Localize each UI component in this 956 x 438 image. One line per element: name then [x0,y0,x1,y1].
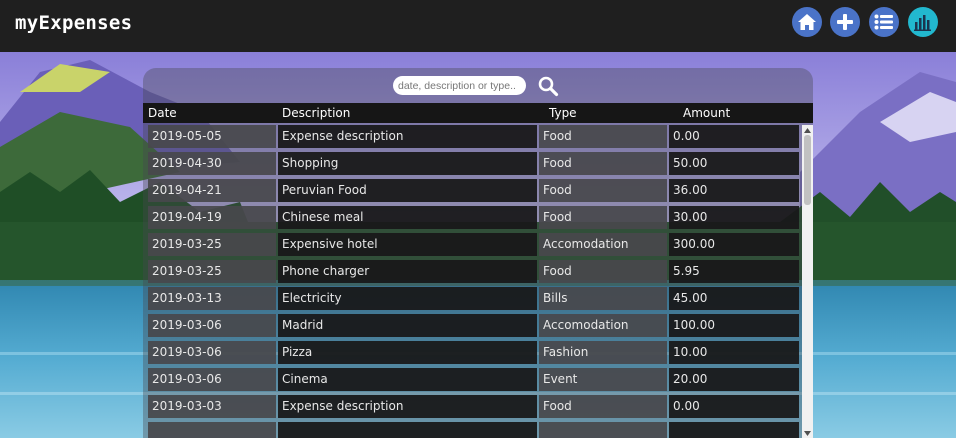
list-icon [874,14,893,30]
cell-empty [148,422,276,438]
cell-amount: 50.00 [669,152,799,175]
cell-type: Food [539,179,667,202]
table-scrollbar[interactable] [802,125,813,438]
table-row[interactable]: 2019-03-06 Cinema Event 20.00 [148,368,801,391]
scroll-thumb[interactable] [804,135,811,205]
cell-amount: 300.00 [669,233,799,256]
cell-empty [669,422,799,438]
add-expense-button[interactable] [830,7,860,37]
arrow-down-icon [804,430,811,436]
cell-date: 2019-03-06 [148,314,276,337]
cell-amount: 20.00 [669,368,799,391]
cell-description: Expense description [278,125,537,148]
plus-icon [837,14,853,30]
cell-description: Peruvian Food [278,179,537,202]
table-row[interactable]: 2019-04-19 Chinese meal Food 30.00 [148,206,801,229]
cell-date: 2019-03-13 [148,287,276,310]
cell-type: Bills [539,287,667,310]
column-header-date[interactable]: Date [148,106,177,120]
cell-amount: 10.00 [669,341,799,364]
cell-date: 2019-04-30 [148,152,276,175]
table-row[interactable]: 2019-03-06 Madrid Accomodation 100.00 [148,314,801,337]
cell-date: 2019-03-03 [148,395,276,418]
home-icon [798,14,816,30]
cell-amount: 45.00 [669,287,799,310]
table-row-partial [148,422,801,438]
cell-type: Accomodation [539,233,667,256]
scroll-up-button[interactable] [802,125,813,135]
cell-type: Food [539,152,667,175]
cell-type: Food [539,206,667,229]
cell-amount: 100.00 [669,314,799,337]
home-button[interactable] [792,7,822,37]
table-row[interactable]: 2019-03-03 Expense description Food 0.00 [148,395,801,418]
search-button[interactable] [537,75,559,97]
cell-date: 2019-03-25 [148,233,276,256]
cell-description: Pizza [278,341,537,364]
cell-empty [539,422,667,438]
cell-type: Food [539,395,667,418]
cell-amount: 30.00 [669,206,799,229]
cell-amount: 5.95 [669,260,799,283]
cell-type: Accomodation [539,314,667,337]
cell-amount: 36.00 [669,179,799,202]
expenses-panel: Date Description Type Amount 2019-05-05E… [143,68,813,438]
column-header-amount[interactable]: Amount [683,106,730,120]
arrow-up-icon [804,127,811,133]
list-button[interactable] [869,7,899,37]
cell-description: Shopping [278,152,537,175]
cell-description: Phone charger [278,260,537,283]
scroll-down-button[interactable] [802,428,813,438]
cell-type: Fashion [539,341,667,364]
cell-description: Expense description [278,395,537,418]
cell-date: 2019-05-05 [148,125,276,148]
cell-type: Food [539,125,667,148]
cell-date: 2019-04-21 [148,179,276,202]
search-icon [538,76,559,97]
stats-button[interactable] [908,7,938,37]
cell-description: Cinema [278,368,537,391]
column-header-type[interactable]: Type [549,106,577,120]
cell-type: Food [539,260,667,283]
cell-description: Chinese meal [278,206,537,229]
cell-date: 2019-03-06 [148,341,276,364]
column-header-description[interactable]: Description [282,106,350,120]
cell-empty [278,422,537,438]
table-row[interactable]: 2019-04-30 Shopping Food 50.00 [148,152,801,175]
table-row[interactable]: 2019-05-05 Expense description Food 0.00 [148,125,801,148]
cell-description: Expensive hotel [278,233,537,256]
bar-chart-icon [914,15,931,31]
table-header: Date Description Type Amount [143,103,813,123]
app-header: myExpenses [0,0,956,52]
cell-date: 2019-04-19 [148,206,276,229]
cell-description: Madrid [278,314,537,337]
cell-date: 2019-03-06 [148,368,276,391]
table-row[interactable]: 2019-03-06 Pizza Fashion 10.00 [148,341,801,364]
cell-type: Event [539,368,667,391]
search-input[interactable] [393,76,526,95]
cell-amount: 0.00 [669,125,799,148]
table-row[interactable]: 2019-04-21 Peruvian Food Food 36.00 [148,179,801,202]
cell-description: Electricity [278,287,537,310]
cell-amount: 0.00 [669,395,799,418]
expense-table-body: 2019-05-05 Expense description Food 0.00 201… [143,125,801,438]
app-title: myExpenses [15,12,133,34]
table-row[interactable]: 2019-03-13 Electricity Bills 45.00 [148,287,801,310]
cell-date: 2019-03-25 [148,260,276,283]
table-row[interactable]: 2019-03-25 Expensive hotel Accomodation 300… [148,233,801,256]
table-row[interactable]: 2019-03-25 Phone charger Food 5.95 [148,260,801,283]
